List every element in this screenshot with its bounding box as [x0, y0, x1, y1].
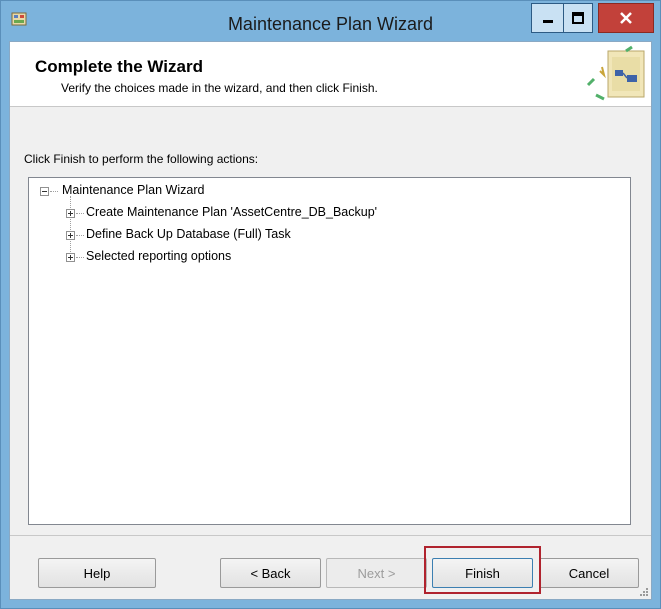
actions-tree[interactable]: Maintenance Plan Wizard Create Maintenan…	[28, 177, 631, 525]
resize-grip-icon[interactable]	[639, 587, 649, 597]
minimize-icon	[542, 20, 553, 23]
wizard-graphic-icon	[586, 45, 645, 101]
minimize-button[interactable]	[531, 3, 563, 33]
footer-divider	[10, 535, 651, 536]
wizard-client-area: Complete the Wizard Verify the choices m…	[9, 41, 652, 600]
next-button[interactable]: Next >	[326, 558, 427, 588]
tree-connector	[50, 191, 58, 192]
expand-icon[interactable]	[66, 231, 75, 240]
page-subtitle: Verify the choices made in the wizard, a…	[61, 81, 378, 95]
tree-item-create-plan[interactable]: Create Maintenance Plan 'AssetCentre_DB_…	[86, 205, 377, 219]
tree-connector	[70, 196, 71, 258]
back-button[interactable]: < Back	[220, 558, 321, 588]
tree-item-reporting-options[interactable]: Selected reporting options	[86, 249, 231, 263]
wizard-window: Maintenance Plan Wizard Complete the Wiz…	[0, 0, 661, 609]
collapse-icon[interactable]	[40, 187, 49, 196]
close-button[interactable]	[598, 3, 654, 33]
tree-connector	[76, 213, 84, 214]
close-icon	[620, 12, 632, 24]
maximize-button[interactable]	[563, 3, 593, 33]
maximize-icon	[572, 12, 584, 24]
finish-highlight-box	[424, 546, 541, 594]
tree-root-label[interactable]: Maintenance Plan Wizard	[62, 183, 204, 197]
expand-icon[interactable]	[66, 209, 75, 218]
tree-connector	[76, 257, 84, 258]
title-bar[interactable]: Maintenance Plan Wizard	[1, 1, 660, 41]
cancel-button[interactable]: Cancel	[539, 558, 639, 588]
expand-icon[interactable]	[66, 253, 75, 262]
help-button[interactable]: Help	[38, 558, 156, 588]
actions-prompt: Click Finish to perform the following ac…	[24, 152, 259, 166]
tree-item-backup-task[interactable]: Define Back Up Database (Full) Task	[86, 227, 291, 241]
tree-connector	[76, 235, 84, 236]
wizard-header: Complete the Wizard Verify the choices m…	[10, 42, 651, 107]
page-title: Complete the Wizard	[35, 57, 203, 76]
